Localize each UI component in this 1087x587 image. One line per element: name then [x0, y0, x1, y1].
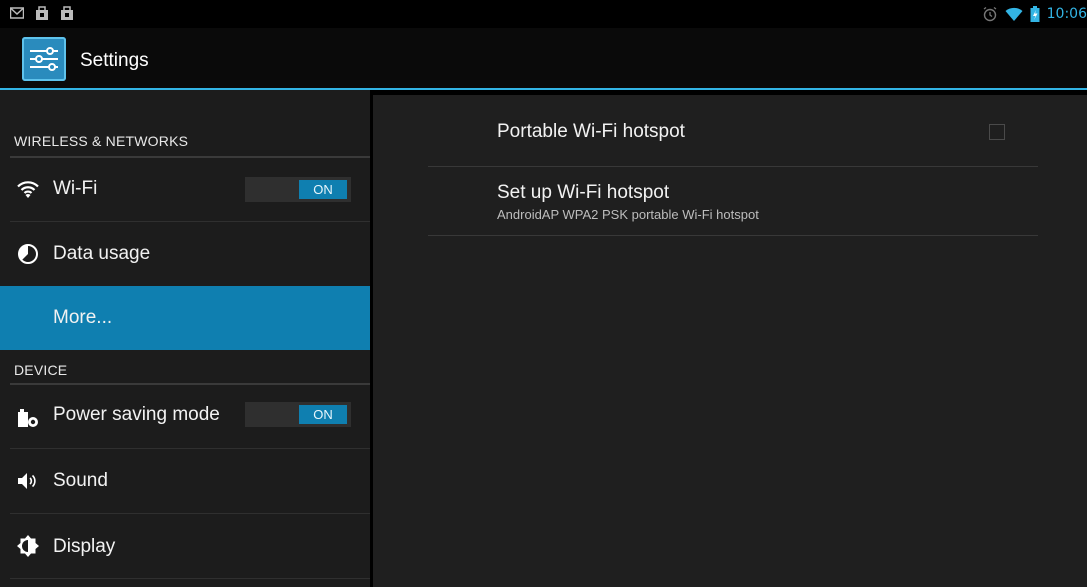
sidebar-item-power-saving[interactable]: Power saving mode ON [0, 385, 370, 448]
sidebar-item-display[interactable]: Display [0, 514, 370, 578]
pref-divider [428, 235, 1038, 236]
clock: 10:06 [1046, 6, 1087, 22]
portable-hotspot-checkbox[interactable] [989, 124, 1005, 140]
power-saving-icon [18, 409, 38, 427]
sidebar-item-data-usage[interactable]: Data usage [0, 222, 370, 285]
status-bar: 10:06 [0, 0, 1087, 28]
system-icons: 10:06 [982, 6, 1087, 22]
wifi-icon [1005, 7, 1023, 21]
sidebar-item-sound[interactable]: Sound [0, 449, 370, 513]
toggle-on-label: ON [299, 405, 347, 424]
sidebar-item-wifi[interactable]: Wi-Fi ON [0, 158, 370, 221]
display-icon [17, 535, 39, 557]
shopping-bag-icon [61, 6, 73, 20]
settings-sidebar: WIRELESS & NETWORKS Wi-Fi ON Data usage … [0, 90, 370, 587]
shopping-bag-icon [36, 6, 48, 20]
section-header-wireless: WIRELESS & NETWORKS [14, 133, 189, 149]
portable-hotspot-title: Portable Wi-Fi hotspot [497, 121, 685, 142]
setup-hotspot-title: Set up Wi-Fi hotspot [497, 182, 670, 203]
sidebar-item-more[interactable]: More... [0, 286, 370, 350]
action-bar: Settings [0, 28, 1087, 88]
alarm-icon [983, 6, 997, 22]
settings-sliders-icon[interactable] [22, 37, 66, 81]
wifi-icon [17, 181, 39, 198]
sidebar-item-label: Data usage [53, 243, 151, 264]
setup-hotspot-summary: AndroidAP WPA2 PSK portable Wi-Fi hotspo… [497, 207, 759, 222]
app-title: Settings [80, 50, 149, 71]
sidebar-item-label: Sound [53, 470, 108, 491]
sound-icon [18, 473, 36, 489]
toggle-on-label: ON [299, 180, 347, 199]
sidebar-item-label: More... [53, 307, 113, 328]
power-saving-toggle[interactable]: ON [245, 402, 351, 427]
section-header-device: DEVICE [14, 362, 68, 378]
notification-icons [10, 6, 74, 20]
battery-icon [1030, 6, 1040, 22]
detail-pane: Portable Wi-Fi hotspot Set up Wi-Fi hots… [373, 95, 1087, 587]
sidebar-item-label: Wi-Fi [53, 178, 98, 199]
sidebar-item-label: Power saving mode [53, 404, 220, 425]
data-usage-icon [18, 244, 38, 264]
gmail-icon [10, 7, 24, 19]
wifi-toggle[interactable]: ON [245, 177, 351, 202]
row-divider [10, 578, 370, 579]
sidebar-item-label: Display [53, 536, 116, 557]
